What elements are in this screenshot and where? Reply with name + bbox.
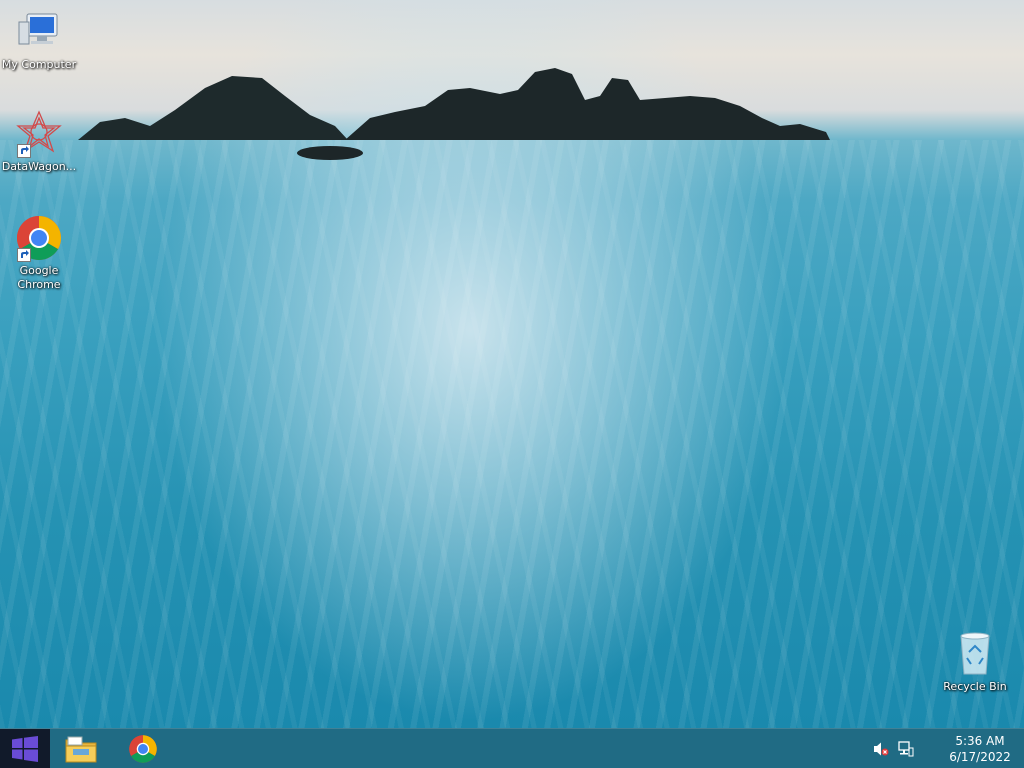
network-icon[interactable]	[898, 741, 914, 757]
file-explorer-icon	[65, 736, 97, 763]
desktop-icon-recycle-bin[interactable]: Recycle Bin	[936, 630, 1014, 694]
desktop-icon-label: Recycle Bin	[943, 680, 1007, 693]
taskbar: 5:36 AM 6/17/2022	[0, 728, 1024, 768]
desktop-icon-my-computer[interactable]: My Computer	[0, 8, 78, 72]
chrome-icon	[129, 735, 157, 763]
volume-muted-icon[interactable]	[873, 741, 889, 757]
desktop-icon-datawagon[interactable]: DataWagon...	[0, 110, 78, 174]
system-clock[interactable]: 5:36 AM 6/17/2022	[944, 733, 1016, 765]
wallpaper-islands	[78, 68, 830, 160]
desktop-icon-google-chrome[interactable]: Google Chrome	[0, 214, 78, 292]
chrome-icon	[15, 214, 63, 262]
desktop-icon-label: Google Chrome	[17, 264, 61, 291]
clock-time: 5:36 AM	[955, 734, 1005, 748]
shortcut-arrow-icon	[17, 248, 31, 262]
taskbar-file-explorer-button[interactable]	[56, 731, 106, 767]
windows-logo-icon	[12, 736, 38, 762]
wallpaper-streaks	[0, 140, 1024, 728]
clock-date: 6/17/2022	[949, 750, 1011, 764]
desktop-icon-label: My Computer	[1, 58, 77, 71]
taskbar-chrome-button[interactable]	[118, 731, 168, 767]
recycle-bin-icon	[951, 630, 999, 678]
desktop-icon-label: DataWagon...	[1, 160, 77, 173]
datawagon-icon	[15, 110, 63, 158]
desktop-background[interactable]: My Computer DataWagon... Google Chrome R…	[0, 0, 1024, 728]
start-button[interactable]	[0, 729, 50, 768]
computer-icon	[15, 8, 63, 56]
shortcut-arrow-icon	[17, 144, 31, 158]
